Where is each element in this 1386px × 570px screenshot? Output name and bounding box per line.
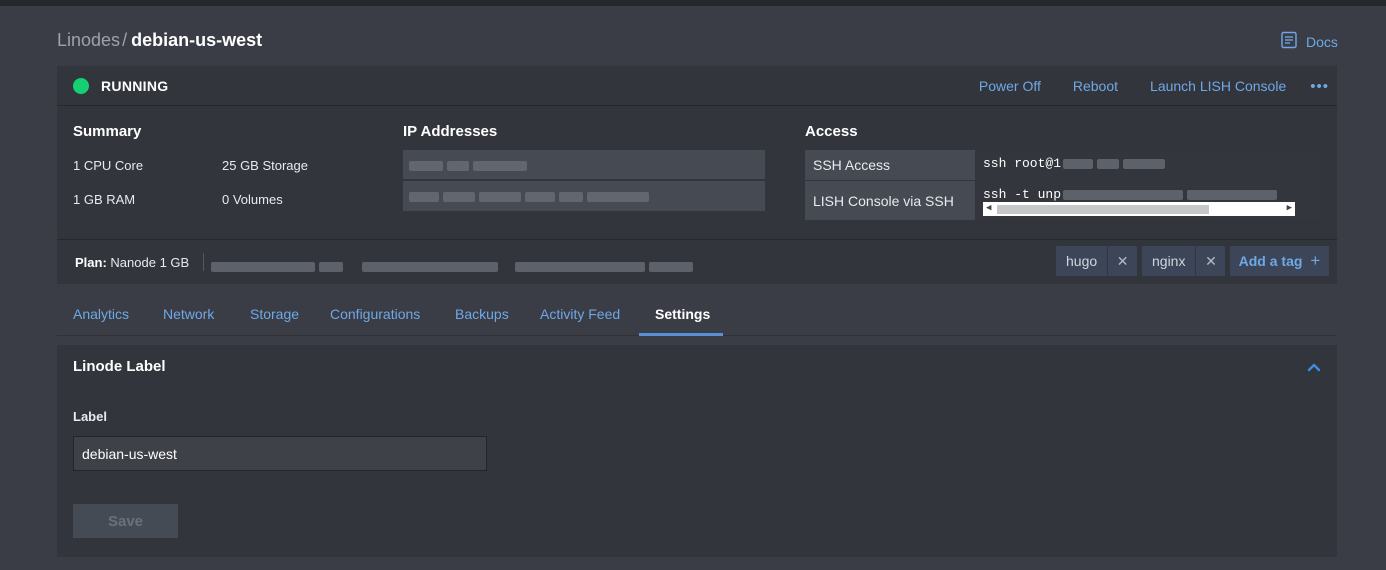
cpu-count: 1 CPU Core [73,158,144,173]
ipv4-address-row[interactable] [403,150,765,180]
breadcrumb-parent[interactable]: Linodes [57,30,120,50]
ip-addresses-title: IP Addresses [403,123,498,140]
scroll-left-icon[interactable]: ◀ [986,203,991,213]
redacted-text [447,160,469,171]
label-field-label: Label [73,409,107,424]
status-label: RUNNING [101,77,169,94]
add-tag-label: Add a tag [1238,253,1303,269]
more-actions-icon[interactable]: ••• [1310,78,1329,95]
redacted-text [1063,189,1184,200]
redacted-text [1097,158,1120,169]
redacted-text [479,191,521,202]
access-title: Access [805,123,858,140]
reboot-button[interactable]: Reboot [1073,78,1118,94]
ssh-command: ssh root@1 [983,156,1062,171]
lish-ssh-row: LISH Console via SSH ssh -t unp ◀ ▶ [805,181,1321,221]
storage-size: 25 GB Storage [222,158,308,173]
panel-title: Linode Label [73,358,166,375]
redacted-id-info [515,258,697,276]
add-tag-button[interactable]: Add a tag + [1230,246,1329,276]
chevron-up-icon[interactable] [1307,359,1321,377]
lish-ssh-label: LISH Console via SSH [813,193,954,209]
tab-analytics[interactable]: Analytics [73,306,129,322]
redacted-text [559,191,583,202]
breadcrumb-current[interactable]: debian-us-west [131,30,262,50]
plus-icon: + [1310,251,1321,270]
redacted-text [409,160,443,171]
tag-hugo[interactable]: hugo ✕ [1056,246,1138,276]
docs-label: Docs [1306,33,1338,50]
tab-network[interactable]: Network [163,306,214,322]
tab-activity-feed[interactable]: Activity Feed [540,306,620,322]
remove-tag-icon[interactable]: ✕ [1107,246,1137,276]
breadcrumb: Linodes / debian-us-west [57,30,262,51]
redacted-text [525,191,555,202]
volume-count: 0 Volumes [222,192,283,207]
redacted-text [587,191,649,202]
redacted-region-info [211,258,347,276]
tag-nginx[interactable]: nginx ✕ [1142,246,1226,276]
top-bar [0,0,1386,6]
tag-label: hugo [1066,253,1098,269]
summary-title: Summary [73,123,142,140]
redacted-text [473,160,527,171]
redacted-text [443,191,475,202]
remove-tag-icon[interactable]: ✕ [1195,246,1225,276]
scrollbar-thumb[interactable] [997,205,1209,214]
linode-label-panel: Linode Label Label Save [57,345,1337,557]
ipv6-address-row[interactable] [403,181,765,212]
plan-value: Nanode 1 GB [110,255,190,270]
document-icon [1280,31,1298,52]
lish-ssh-field[interactable]: ssh -t unp ◀ ▶ [975,181,1321,220]
tab-configurations[interactable]: Configurations [330,306,420,322]
linode-summary-card: RUNNING Power Off Reboot Launch LISH Con… [57,66,1337,284]
plan-info: Plan: Nanode 1 GB [75,255,189,270]
power-off-button[interactable]: Power Off [979,78,1041,94]
docs-link[interactable]: Docs [1280,31,1338,52]
ssh-access-label: SSH Access [813,157,891,173]
active-tab-indicator [639,333,723,336]
horizontal-scrollbar[interactable]: ◀ ▶ [983,202,1295,216]
redacted-text [1187,189,1278,200]
tag-label: nginx [1152,253,1186,269]
ssh-access-row: SSH Access ssh root@1 [805,150,1321,181]
linode-tabs: Analytics Network Storage Configurations… [57,294,1337,336]
breadcrumb-separator: / [122,30,128,50]
linode-label-input[interactable] [73,436,487,471]
tab-storage[interactable]: Storage [250,306,299,322]
launch-lish-console-button[interactable]: Launch LISH Console [1150,78,1286,94]
redacted-created-info [362,258,502,276]
running-status-dot [73,77,89,94]
redacted-text [1063,158,1094,169]
redacted-text [1123,158,1166,169]
save-button[interactable]: Save [73,504,178,538]
ssh-access-field[interactable]: ssh root@1 [975,150,1321,180]
linode-actions: Power Off Reboot Launch LISH Console ••• [947,66,1337,106]
tab-settings[interactable]: Settings [655,306,710,322]
scroll-right-icon[interactable]: ▶ [1287,203,1292,213]
plan-label: Plan: [75,255,107,270]
tab-backups[interactable]: Backups [455,306,509,322]
redacted-text [409,191,439,202]
divider [203,253,204,271]
ram-size: 1 GB RAM [73,192,136,207]
lish-command: ssh -t unp [983,187,1062,202]
